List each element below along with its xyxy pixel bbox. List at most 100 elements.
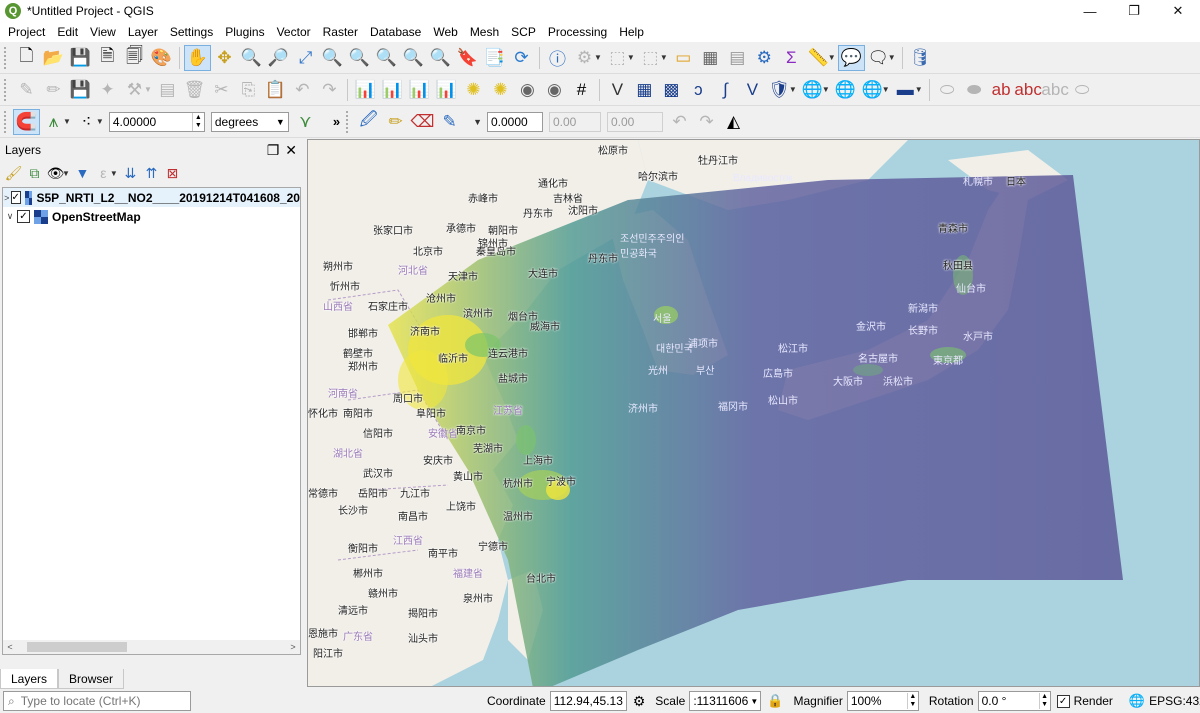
filter-legend-icon[interactable]: ▼ (72, 163, 93, 183)
menu-processing[interactable]: Processing (542, 22, 613, 42)
add-raster-layer-icon[interactable]: ▦ (631, 77, 658, 103)
identify-features-icon[interactable]: ⓘ (544, 45, 571, 71)
rotation-spinner[interactable]: ▲ ▼ (1038, 693, 1050, 709)
redo-icon[interactable]: ↷ (316, 77, 343, 103)
rotation-input[interactable]: 0.0 ° ▲ ▼ (977, 691, 1051, 711)
add-delimited-text-icon[interactable]: ↄ (685, 77, 712, 103)
undock-panel-icon[interactable]: ❐ (267, 142, 280, 159)
add-vector-layer-icon[interactable]: V (604, 77, 631, 103)
pan-to-selection-icon[interactable]: ✥ (211, 45, 238, 71)
add-feature-icon[interactable]: ✦ (94, 77, 121, 103)
minimize-button[interactable]: — (1068, 0, 1112, 22)
new-layer-icon[interactable]: ▬ (892, 77, 919, 103)
label-tool-4-icon[interactable]: abc (1014, 77, 1041, 103)
topological-editing-icon[interactable]: ⋎ (292, 109, 319, 135)
scp-undo-icon[interactable]: ↶ (666, 109, 693, 135)
restore-button[interactable]: ❐ (1112, 0, 1156, 22)
add-wms-layer-icon[interactable]: 🛡 (766, 77, 793, 103)
deselect-all-icon[interactable]: ▭ (670, 45, 697, 71)
layout-manager-icon[interactable]: 🗐 (121, 45, 148, 71)
toggle-extents-icon[interactable]: ⚙ (633, 693, 646, 710)
add-label-1-icon[interactable]: ✺ (460, 77, 487, 103)
scp-redo-icon[interactable]: ↷ (693, 109, 720, 135)
scp-value-input-1[interactable]: 0.0000 (487, 111, 543, 132)
cut-features-icon[interactable]: ✂ (208, 77, 235, 103)
tolerance-spinner[interactable]: ▲ ▼ (191, 112, 204, 131)
statistical-summary-icon[interactable]: Σ (778, 45, 805, 71)
open-layer-styling-icon[interactable]: 🖌 (3, 163, 24, 183)
toolbar-grip[interactable] (4, 110, 10, 133)
label-tool-5-icon[interactable]: abc (1041, 77, 1068, 103)
chart-tool-3-icon[interactable]: 📊 (406, 77, 433, 103)
render-checkbox[interactable]: ✓ (1056, 694, 1070, 708)
scp-value-input-3[interactable]: 0.00 (607, 111, 663, 132)
copy-features-icon[interactable]: ⎘ (235, 77, 262, 103)
zoom-in-icon[interactable]: 🔍 (238, 45, 265, 71)
scp-roi-icon[interactable]: ✎ (436, 109, 463, 135)
scroll-left-icon[interactable]: < (3, 642, 17, 652)
field-calculator-icon[interactable]: ▤ (724, 45, 751, 71)
menu-edit[interactable]: Edit (51, 22, 84, 42)
toolbar-overflow-button[interactable]: » (333, 114, 340, 129)
chevron-down-icon[interactable]: ▼ (473, 117, 482, 127)
modify-attributes-icon[interactable]: ▤ (154, 77, 181, 103)
add-wfs-layer-icon[interactable]: 🌐 (799, 77, 826, 103)
add-wcs-layer-icon[interactable]: 🌐 (832, 77, 859, 103)
scale-select[interactable]: :11311606 ▼ (689, 691, 762, 711)
scroll-right-icon[interactable]: > (286, 642, 300, 652)
label-tool-6-icon[interactable]: ⬭ (1069, 77, 1096, 103)
refresh-icon[interactable]: ⟳ (508, 45, 535, 71)
snapping-units-select[interactable]: degrees ▼ (210, 111, 289, 132)
scrollbar-thumb[interactable] (27, 642, 127, 652)
current-edits-icon[interactable]: ✎ (13, 77, 40, 103)
zoom-layer-icon[interactable]: 🔍 (346, 45, 373, 71)
snapping-vertex-icon[interactable]: ⩚ (40, 109, 67, 135)
zoom-full-icon[interactable]: ⤢ (292, 45, 319, 71)
menu-settings[interactable]: Settings (164, 22, 219, 42)
menu-vector[interactable]: Vector (271, 22, 317, 42)
menu-help[interactable]: Help (613, 22, 650, 42)
add-mesh-layer-icon[interactable]: ▩ (658, 77, 685, 103)
map-canvas[interactable]: 松原市 牡丹江市 哈尔滨市 Владивосток 札幌市 日本 赤峰市 吉林省… (307, 139, 1200, 687)
menu-mesh[interactable]: Mesh (464, 22, 505, 42)
remove-layer-icon[interactable]: ⊠ (162, 163, 183, 183)
add-virtual-layer-icon[interactable]: V (739, 77, 766, 103)
menu-raster[interactable]: Raster (317, 22, 364, 42)
select-features-icon[interactable]: ⬚ (604, 45, 631, 71)
layer-item-s5p-no2[interactable]: > ✓ S5P_NRTI_L2__NO2____20191214T041608_… (3, 188, 300, 207)
save-project-icon[interactable]: 💾 (67, 45, 94, 71)
text-annotation-icon[interactable]: 🗨 (865, 45, 892, 71)
chart-tool-1-icon[interactable]: 📊 (352, 77, 379, 103)
menu-view[interactable]: View (84, 22, 122, 42)
menu-project[interactable]: Project (2, 22, 51, 42)
layer-tree[interactable]: > ✓ S5P_NRTI_L2__NO2____20191214T041608_… (2, 187, 301, 655)
new-bookmark-icon[interactable]: 🔖 (454, 45, 481, 71)
zoom-selection-icon[interactable]: 🔍 (319, 45, 346, 71)
map-tips-icon[interactable]: 💬 (837, 44, 865, 71)
layer-visibility-checkbox[interactable]: ✓ (17, 210, 30, 223)
toolbar-grip[interactable] (346, 110, 352, 133)
collapse-arrow-icon[interactable]: ∨ (3, 211, 17, 222)
vertex-tool-icon[interactable]: ⚒ (121, 77, 148, 103)
select-by-value-icon[interactable]: ⬚ (637, 45, 664, 71)
enable-snapping-icon[interactable]: 🧲 (13, 108, 40, 135)
zoom-out-icon[interactable]: 🔎 (265, 45, 292, 71)
magnifier-spinner[interactable]: ▲ ▼ (906, 693, 918, 709)
circle-tool-2-icon[interactable]: ◉ (541, 77, 568, 103)
style-manager-icon[interactable]: 🎨 (148, 45, 175, 71)
label-tool-1-icon[interactable]: ⬭ (934, 77, 961, 103)
coordinate-field[interactable]: 112.94,45.13 (549, 691, 627, 711)
measure-line-icon[interactable]: 📏 (805, 45, 832, 71)
collapse-all-icon[interactable]: ⇈ (141, 163, 162, 183)
scp-eraser-icon[interactable]: ⌫ (409, 109, 436, 135)
lock-scale-icon[interactable]: 🔒 (767, 693, 783, 709)
menu-layer[interactable]: Layer (122, 22, 164, 42)
chart-tool-4-icon[interactable]: 📊 (433, 77, 460, 103)
save-edits-icon[interactable]: 💾 (67, 77, 94, 103)
grid-icon[interactable]: # (568, 77, 595, 103)
toggle-editing-icon[interactable]: ✏ (40, 77, 67, 103)
layer-tree-horizontal-scrollbar[interactable]: < > (3, 640, 300, 654)
layer-item-openstreetmap[interactable]: ∨ ✓ OpenStreetMap (3, 207, 300, 226)
undo-icon[interactable]: ↶ (289, 77, 316, 103)
zoom-native-icon[interactable]: 🔍 (373, 45, 400, 71)
